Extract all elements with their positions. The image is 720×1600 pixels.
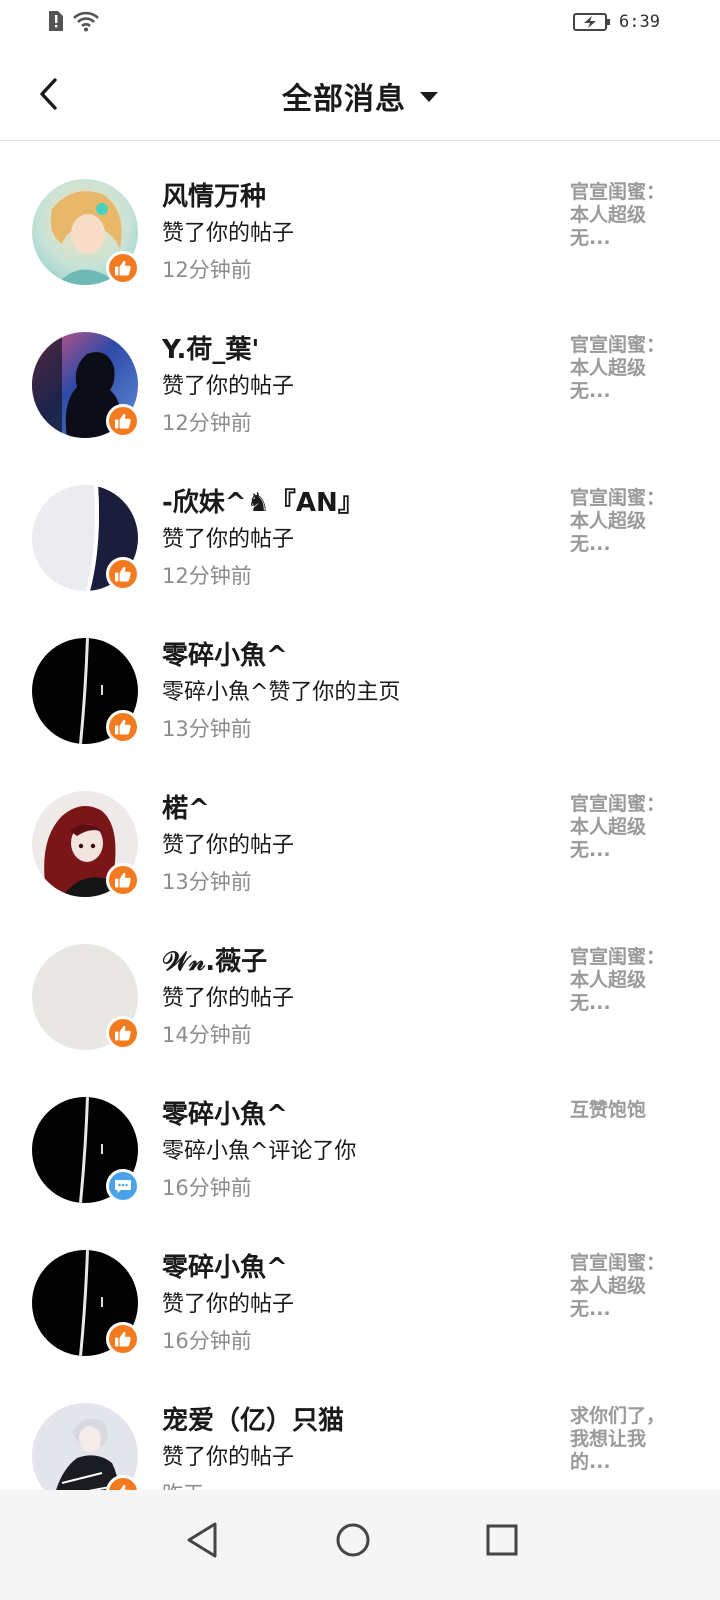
system-nav-bar — [0, 1490, 720, 1600]
chat-bubble-icon — [115, 1180, 131, 1193]
message-item[interactable]: 零碎小魚^ 零碎小魚^评论了你 16分钟前 互赞饱饱 — [0, 1059, 720, 1212]
post-preview[interactable]: 官宣闺蜜：本人超级无... — [570, 1252, 670, 1321]
square-recents-icon — [486, 1524, 518, 1556]
status-bar: 6:39 — [0, 0, 720, 48]
sender-name[interactable]: 零碎小魚^ — [162, 1250, 552, 1286]
thumbs-up-icon — [120, 1484, 130, 1490]
message-action: 赞了你的帖子 — [162, 1292, 295, 1317]
avatar-wrapper — [32, 1250, 140, 1356]
message-text: -欣妹^♞『AN』 赞了你的帖子 12分钟前 — [162, 485, 552, 594]
message-text: 零碎小魚^ 赞了你的帖子 16分钟前 — [162, 1250, 552, 1359]
avatar-wrapper — [32, 1097, 140, 1203]
message-action: 赞了你的帖子 — [162, 374, 295, 399]
post-preview[interactable]: 官宣闺蜜：本人超级无... — [570, 487, 670, 556]
thumbs-up-icon — [115, 1025, 131, 1041]
wifi-icon — [73, 11, 99, 32]
message-time: 14分钟前 — [162, 1023, 252, 1047]
message-text: 零碎小魚^ 零碎小魚^评论了你 16分钟前 — [162, 1097, 552, 1206]
message-item[interactable]: 风情万种 赞了你的帖子 12分钟前 官宣闺蜜：本人超级无... — [0, 141, 720, 294]
message-list[interactable]: 风情万种 赞了你的帖子 12分钟前 官宣闺蜜：本人超级无... Y.荷_葉' 赞… — [0, 141, 720, 1490]
message-item[interactable]: 零碎小魚^ 赞了你的帖子 16分钟前 官宣闺蜜：本人超级无... — [0, 1212, 720, 1365]
sender-name[interactable]: 零碎小魚^ — [162, 1097, 552, 1133]
avatar-wrapper — [32, 791, 140, 897]
like-badge — [106, 1016, 140, 1050]
post-preview[interactable]: 互赞饱饱 — [570, 1099, 670, 1122]
message-item[interactable]: Y.荷_葉' 赞了你的帖子 12分钟前 官宣闺蜜：本人超级无... — [0, 294, 720, 447]
like-badge — [106, 557, 140, 591]
message-action: 赞了你的帖子 — [162, 986, 295, 1011]
triangle-back-icon — [187, 1522, 217, 1558]
like-badge — [106, 1322, 140, 1356]
message-action: 零碎小魚^赞了你的主页 — [162, 680, 401, 705]
thumbs-up-icon — [115, 719, 131, 735]
message-time: 12分钟前 — [162, 411, 252, 435]
sender-name[interactable]: 宠爱（亿）只猫 — [162, 1403, 552, 1439]
message-time: 12分钟前 — [162, 258, 252, 282]
nav-back-button[interactable] — [172, 1510, 232, 1570]
thumbs-up-icon — [115, 566, 131, 582]
message-item[interactable]: 零碎小魚^ 零碎小魚^赞了你的主页 13分钟前 — [0, 600, 720, 753]
comment-badge — [106, 1169, 140, 1203]
post-preview[interactable]: 官宣闺蜜：本人超级无... — [570, 793, 670, 862]
avatar-wrapper — [32, 332, 140, 438]
message-action: 零碎小魚^评论了你 — [162, 1139, 357, 1164]
message-text: 风情万种 赞了你的帖子 12分钟前 — [162, 179, 552, 288]
avatar-wrapper — [32, 944, 140, 1050]
message-item[interactable]: 宠爱（亿）只猫 赞了你的帖子 昨天 求你们了，我想让我的... — [0, 1365, 720, 1490]
avatar-wrapper — [32, 179, 140, 285]
header: 全部消息 — [0, 48, 720, 141]
post-preview[interactable]: 官宣闺蜜：本人超级无... — [570, 181, 670, 250]
message-time: 13分钟前 — [162, 717, 252, 741]
avatar-wrapper — [32, 1403, 140, 1490]
sender-name[interactable]: 风情万种 — [162, 179, 552, 215]
status-time: 6:39 — [619, 12, 660, 32]
nav-recents-button[interactable] — [472, 1510, 532, 1570]
post-preview[interactable]: 官宣闺蜜：本人超级无... — [570, 946, 670, 1015]
post-preview[interactable]: 求你们了，我想让我的... — [570, 1405, 670, 1474]
sender-name[interactable]: 零碎小魚^ — [162, 638, 552, 674]
thumbs-up-icon — [115, 413, 131, 429]
like-badge — [106, 710, 140, 744]
message-text: Y.荷_葉' 赞了你的帖子 12分钟前 — [162, 332, 552, 441]
message-time: 13分钟前 — [162, 870, 252, 894]
status-right: 6:39 — [573, 12, 660, 32]
message-time: 12分钟前 — [162, 564, 252, 588]
message-text: 𝒲𝓃.薇子 赞了你的帖子 14分钟前 — [162, 944, 552, 1053]
message-time: 16分钟前 — [162, 1176, 252, 1200]
message-time: 昨天 — [162, 1476, 552, 1490]
avatar-wrapper — [32, 638, 140, 744]
sender-name[interactable]: 楉^ — [162, 791, 552, 827]
message-text: 楉^ 赞了你的帖子 13分钟前 — [162, 791, 552, 900]
sender-name[interactable]: -欣妹^♞『AN』 — [162, 485, 552, 521]
caret-down-icon — [420, 92, 438, 102]
post-preview[interactable]: 官宣闺蜜：本人超级无... — [570, 334, 670, 403]
message-item[interactable]: 楉^ 赞了你的帖子 13分钟前 官宣闺蜜：本人超级无... — [0, 753, 720, 906]
sender-name[interactable]: 𝒲𝓃.薇子 — [162, 944, 552, 980]
page-title: 全部消息 — [282, 82, 406, 117]
message-text: 零碎小魚^ 零碎小魚^赞了你的主页 13分钟前 — [162, 638, 552, 747]
message-item[interactable]: -欣妹^♞『AN』 赞了你的帖子 12分钟前 官宣闺蜜：本人超级无... — [0, 447, 720, 600]
message-filter-dropdown[interactable]: 全部消息 — [0, 74, 720, 118]
thumbs-up-icon — [115, 872, 131, 888]
battery-charging-icon — [573, 13, 611, 31]
message-item[interactable]: 𝒲𝓃.薇子 赞了你的帖子 14分钟前 官宣闺蜜：本人超级无... — [0, 906, 720, 1059]
thumbs-up-icon — [115, 260, 131, 276]
like-badge — [106, 251, 140, 285]
message-action: 赞了你的帖子 — [162, 1445, 295, 1470]
thumbs-up-icon — [115, 1331, 131, 1347]
like-badge — [106, 863, 140, 897]
sender-name[interactable]: Y.荷_葉' — [162, 332, 552, 368]
status-left — [48, 10, 100, 32]
nav-home-button[interactable] — [323, 1510, 383, 1570]
circle-home-icon — [336, 1523, 370, 1557]
message-action: 赞了你的帖子 — [162, 527, 295, 552]
sim-alert-icon — [49, 11, 63, 31]
avatar-wrapper — [32, 485, 140, 591]
message-text: 宠爱（亿）只猫 赞了你的帖子 昨天 — [162, 1403, 552, 1490]
message-action: 赞了你的帖子 — [162, 833, 295, 858]
like-badge — [106, 404, 140, 438]
message-time: 16分钟前 — [162, 1329, 252, 1353]
message-action: 赞了你的帖子 — [162, 221, 295, 246]
